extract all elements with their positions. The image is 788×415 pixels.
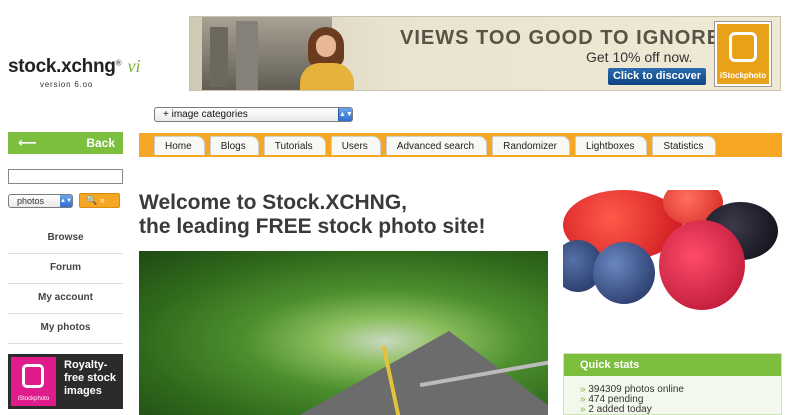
sidebar-item-my-account[interactable]: My account <box>8 284 123 314</box>
tab-users[interactable]: Users <box>330 136 381 155</box>
select-arrows-icon: ▲▼ <box>60 195 72 207</box>
featured-photo[interactable] <box>139 251 548 415</box>
sidebar-item-browse[interactable]: Browse <box>8 224 123 254</box>
logo-version-mark: vi <box>127 56 141 76</box>
quick-stats-list: 394309 photos online 474 pending 2 added… <box>564 376 781 415</box>
logo-version-text: version 6.oo <box>40 80 94 89</box>
sidebar-ad[interactable]: iStockphoto Royalty-free stock images <box>8 354 123 409</box>
sidebar-item-my-photos[interactable]: My photos <box>8 314 123 344</box>
back-button[interactable]: ⟵ Back <box>8 132 123 154</box>
quick-stats-panel: Quick stats 394309 photos online 474 pen… <box>563 353 782 415</box>
site-logo[interactable]: stock.xchng® vi version 6.oo <box>8 56 168 92</box>
istockphoto-icon <box>729 32 757 62</box>
select-arrows-icon: ▲▼ <box>338 108 353 121</box>
istockphoto-logo: iStockphoto <box>11 357 56 406</box>
welcome-heading: Welcome to Stock.XCHNG, the leading FREE… <box>139 191 549 239</box>
istockphoto-logo[interactable]: iStockphoto <box>714 21 772 87</box>
banner-brand: iStockphoto <box>719 71 767 80</box>
quick-stats-title: Quick stats <box>564 354 781 376</box>
tab-home[interactable]: Home <box>154 136 205 155</box>
tab-statistics[interactable]: Statistics <box>652 136 717 155</box>
road-shape <box>289 331 548 415</box>
sidebar-ad-brand: iStockphoto <box>17 396 50 402</box>
tab-blogs[interactable]: Blogs <box>209 136 259 155</box>
back-label: Back <box>86 136 115 150</box>
sidebar-item-forum[interactable]: Forum <box>8 254 123 284</box>
stat-added-today: 2 added today <box>580 405 781 415</box>
tab-randomizer[interactable]: Randomizer <box>492 136 571 155</box>
tab-lightboxes[interactable]: Lightboxes <box>575 136 648 155</box>
banner-girl-image <box>290 25 360 90</box>
main-tabs: Home Blogs Tutorials Users Advanced sear… <box>154 136 717 155</box>
search-button[interactable]: 🔍 » <box>79 193 120 208</box>
image-categories-value: + image categories <box>163 109 248 120</box>
berries-photo[interactable] <box>563 190 782 318</box>
tab-tutorials[interactable]: Tutorials <box>263 136 326 155</box>
search-input[interactable] <box>8 169 123 184</box>
back-arrow-icon: ⟵ <box>18 135 37 150</box>
banner-subline: Get 10% off now. <box>586 49 693 65</box>
logo-name: stock.xchng <box>8 56 116 77</box>
search-type-value: photos <box>17 196 45 206</box>
banner-cta-button[interactable]: Click to discover <box>608 68 706 85</box>
welcome-line-1: Welcome to Stock.XCHNG, <box>139 191 407 214</box>
banner-headline: VIEWS TOO GOOD TO IGNORE <box>400 27 722 49</box>
logo-registered-mark: ® <box>115 58 122 68</box>
welcome-line-2: the leading FREE stock photo site! <box>139 215 486 238</box>
side-nav: Browse Forum My account My photos <box>8 224 123 344</box>
tab-advanced-search[interactable]: Advanced search <box>385 136 488 155</box>
image-categories-select[interactable]: + image categories ▲▼ <box>154 107 353 122</box>
search-type-select[interactable]: photos ▲▼ <box>8 194 73 208</box>
istockphoto-icon <box>22 364 44 388</box>
banner-ad[interactable]: VIEWS TOO GOOD TO IGNORE Get 10% off now… <box>189 16 781 91</box>
sidebar-ad-text: Royalty-free stock images <box>64 359 116 397</box>
